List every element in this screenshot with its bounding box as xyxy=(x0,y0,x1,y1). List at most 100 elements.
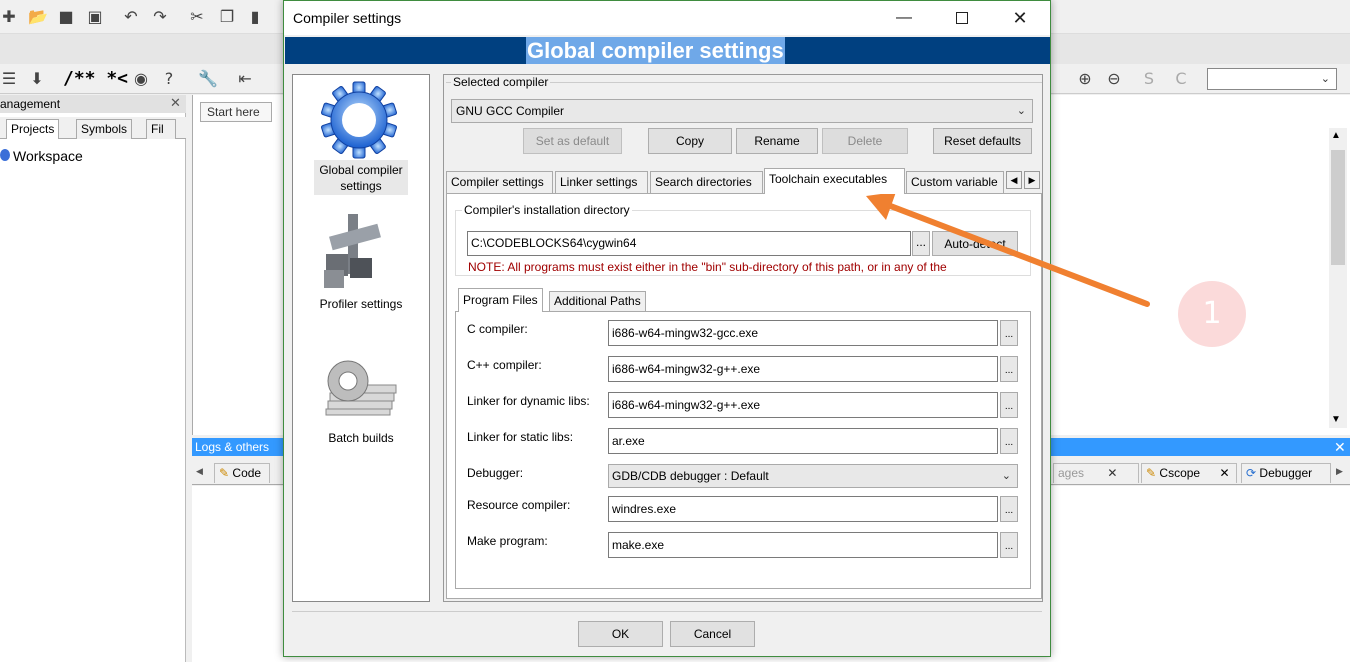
paste-icon[interactable]: ▮ xyxy=(246,8,264,26)
save-all-icon[interactable]: ▣ xyxy=(86,8,104,26)
tab-compiler-settings[interactable]: Compiler settings xyxy=(446,171,553,193)
make-program-label: Make program: xyxy=(467,533,548,549)
zoom-in-icon[interactable]: ⊕ xyxy=(1076,70,1094,88)
tab-cscope[interactable]: ✎ Cscope ✕ xyxy=(1141,463,1237,483)
batch-gear-icon[interactable] xyxy=(320,355,402,417)
install-dir-input[interactable]: C:\CODEBLOCKS64\cygwin64 xyxy=(467,231,911,256)
selected-compiler-label: Selected compiler xyxy=(451,75,550,89)
spell-icon[interactable]: S xyxy=(1140,70,1158,88)
chevron-down-icon: ⌄ xyxy=(1017,100,1026,122)
scroll-up-icon[interactable]: ▲ xyxy=(1331,130,1341,141)
ok-button[interactable]: OK xyxy=(578,621,663,647)
linker-dynamic-input[interactable]: i686-w64-mingw32-g++.exe xyxy=(608,392,998,418)
compiler-select[interactable]: GNU GCC Compiler ⌄ xyxy=(451,99,1033,123)
category-label: Global compiler settings xyxy=(313,162,409,194)
logs-title: Logs & others xyxy=(195,439,269,455)
tabs-scroll-right-icon[interactable]: ▶ xyxy=(1336,466,1343,477)
undo-icon[interactable]: ↶ xyxy=(122,8,140,26)
new-file-icon[interactable]: ✚ xyxy=(0,8,18,26)
c-compiler-browse-button[interactable]: ... xyxy=(1000,320,1018,346)
c-compiler-label: C compiler: xyxy=(467,321,528,337)
linker-static-input[interactable]: ar.exe xyxy=(608,428,998,454)
scrollbar-thumb[interactable] xyxy=(1331,150,1345,265)
tab-toolchain-executables[interactable]: Toolchain executables xyxy=(764,168,905,194)
cut-icon[interactable]: ✂ xyxy=(188,8,206,26)
cpp-compiler-browse-button[interactable]: ... xyxy=(1000,356,1018,382)
tab-linker-settings[interactable]: Linker settings xyxy=(555,171,648,193)
maximize-button[interactable] xyxy=(948,8,976,28)
tab-messages-label: ages xyxy=(1058,466,1084,480)
scroll-down-icon[interactable]: ▼ xyxy=(1331,414,1341,425)
linker-dynamic-browse-button[interactable]: ... xyxy=(1000,392,1018,418)
tab-code[interactable]: ✎ Code xyxy=(214,463,270,483)
workspace-label: Workspace xyxy=(13,148,83,164)
callout-number-badge: 1 xyxy=(1178,281,1246,347)
category-global-compiler-settings[interactable]: Global compiler settings xyxy=(293,162,429,194)
resource-compiler-browse-button[interactable]: ... xyxy=(1000,496,1018,522)
install-dir-browse-button[interactable]: ... xyxy=(912,231,930,256)
wrench-icon[interactable]: 🔧 xyxy=(198,70,216,88)
tab-symbols[interactable]: Symbols xyxy=(76,119,132,139)
debugger-select[interactable]: GDB/CDB debugger : Default⌄ xyxy=(608,464,1018,488)
set-as-default-button[interactable]: Set as default xyxy=(523,128,622,154)
jump-back-icon[interactable]: ⇤ xyxy=(236,70,254,88)
management-panel xyxy=(0,95,186,662)
search-combobox[interactable]: ⌄ xyxy=(1207,68,1337,90)
close-icon[interactable]: ✕ xyxy=(170,96,184,110)
tab-scroll-right-icon[interactable]: ▶ xyxy=(1024,171,1040,189)
tab-files[interactable]: Fil xyxy=(146,119,176,139)
linker-dynamic-label: Linker for dynamic libs: xyxy=(467,393,590,409)
resource-compiler-label: Resource compiler: xyxy=(467,497,570,513)
pencil-icon: ✎ xyxy=(219,466,229,480)
chevron-down-icon: ⌄ xyxy=(1321,72,1330,85)
subtab-additional-paths[interactable]: Additional Paths xyxy=(549,291,646,311)
management-title: anagement xyxy=(0,95,186,113)
category-batch-builds[interactable]: Batch builds xyxy=(293,430,429,446)
minimize-button[interactable]: — xyxy=(890,8,918,28)
auto-detect-button[interactable]: Auto-detect xyxy=(932,231,1018,256)
resource-compiler-input[interactable]: windres.exe xyxy=(608,496,998,522)
c-compiler-input[interactable]: i686-w64-mingw32-gcc.exe xyxy=(608,320,998,346)
tab-custom-variables[interactable]: Custom variable xyxy=(906,171,1004,193)
reset-defaults-button[interactable]: Reset defaults xyxy=(933,128,1032,154)
close-icon[interactable]: ✕ xyxy=(1107,466,1117,480)
close-icon[interactable]: ✕ xyxy=(1334,439,1346,455)
close-button[interactable]: ✕ xyxy=(1006,8,1034,28)
tab-projects[interactable]: Projects xyxy=(6,119,59,139)
rename-button[interactable]: Rename xyxy=(736,128,818,154)
close-icon[interactable]: ✕ xyxy=(1219,466,1229,480)
subtab-program-files[interactable]: Program Files xyxy=(458,288,543,312)
stack-icon[interactable]: ☰ xyxy=(0,70,18,88)
zoom-out-icon[interactable]: ⊖ xyxy=(1105,70,1123,88)
target-icon[interactable]: ◉ xyxy=(132,70,150,88)
tabs-scroll-left-icon[interactable]: ◀ xyxy=(196,466,203,477)
cpp-compiler-input[interactable]: i686-w64-mingw32-g++.exe xyxy=(608,356,998,382)
help-icon[interactable]: ? xyxy=(160,70,178,88)
make-program-input[interactable]: make.exe xyxy=(608,532,998,558)
maximize-icon xyxy=(956,12,968,24)
gear-icon[interactable] xyxy=(318,80,400,160)
tab-scroll-left-icon[interactable]: ◀ xyxy=(1006,171,1022,189)
redo-icon[interactable]: ↷ xyxy=(151,8,169,26)
open-folder-icon[interactable]: 📂 xyxy=(28,8,46,26)
tab-search-directories[interactable]: Search directories xyxy=(650,171,763,193)
cpp-compiler-label: C++ compiler: xyxy=(467,357,542,373)
workspace-tree-item[interactable]: Workspace xyxy=(2,147,83,165)
make-program-browse-button[interactable]: ... xyxy=(1000,532,1018,558)
banner-title: Global compiler settings xyxy=(526,37,785,64)
category-profiler-settings[interactable]: Profiler settings xyxy=(293,296,429,312)
delete-button[interactable]: Delete xyxy=(822,128,908,154)
tab-start-here[interactable]: Start here xyxy=(200,102,272,122)
refresh-icon[interactable]: C xyxy=(1172,70,1190,88)
copy-button[interactable]: Copy xyxy=(648,128,732,154)
tab-messages[interactable]: ages ✕ xyxy=(1053,463,1139,483)
linker-static-browse-button[interactable]: ... xyxy=(1000,428,1018,454)
caliper-icon[interactable] xyxy=(320,210,392,290)
cancel-button[interactable]: Cancel xyxy=(670,621,755,647)
doxygen-comment-button[interactable]: /** *< xyxy=(63,68,128,89)
save-icon[interactable]: ■ xyxy=(57,8,75,26)
copy-icon[interactable]: ❐ xyxy=(218,8,236,26)
tab-debugger[interactable]: ⟳ Debugger xyxy=(1241,463,1331,483)
compiler-select-value: GNU GCC Compiler xyxy=(456,104,564,118)
arrow-down-icon[interactable]: ⬇ xyxy=(28,70,46,88)
